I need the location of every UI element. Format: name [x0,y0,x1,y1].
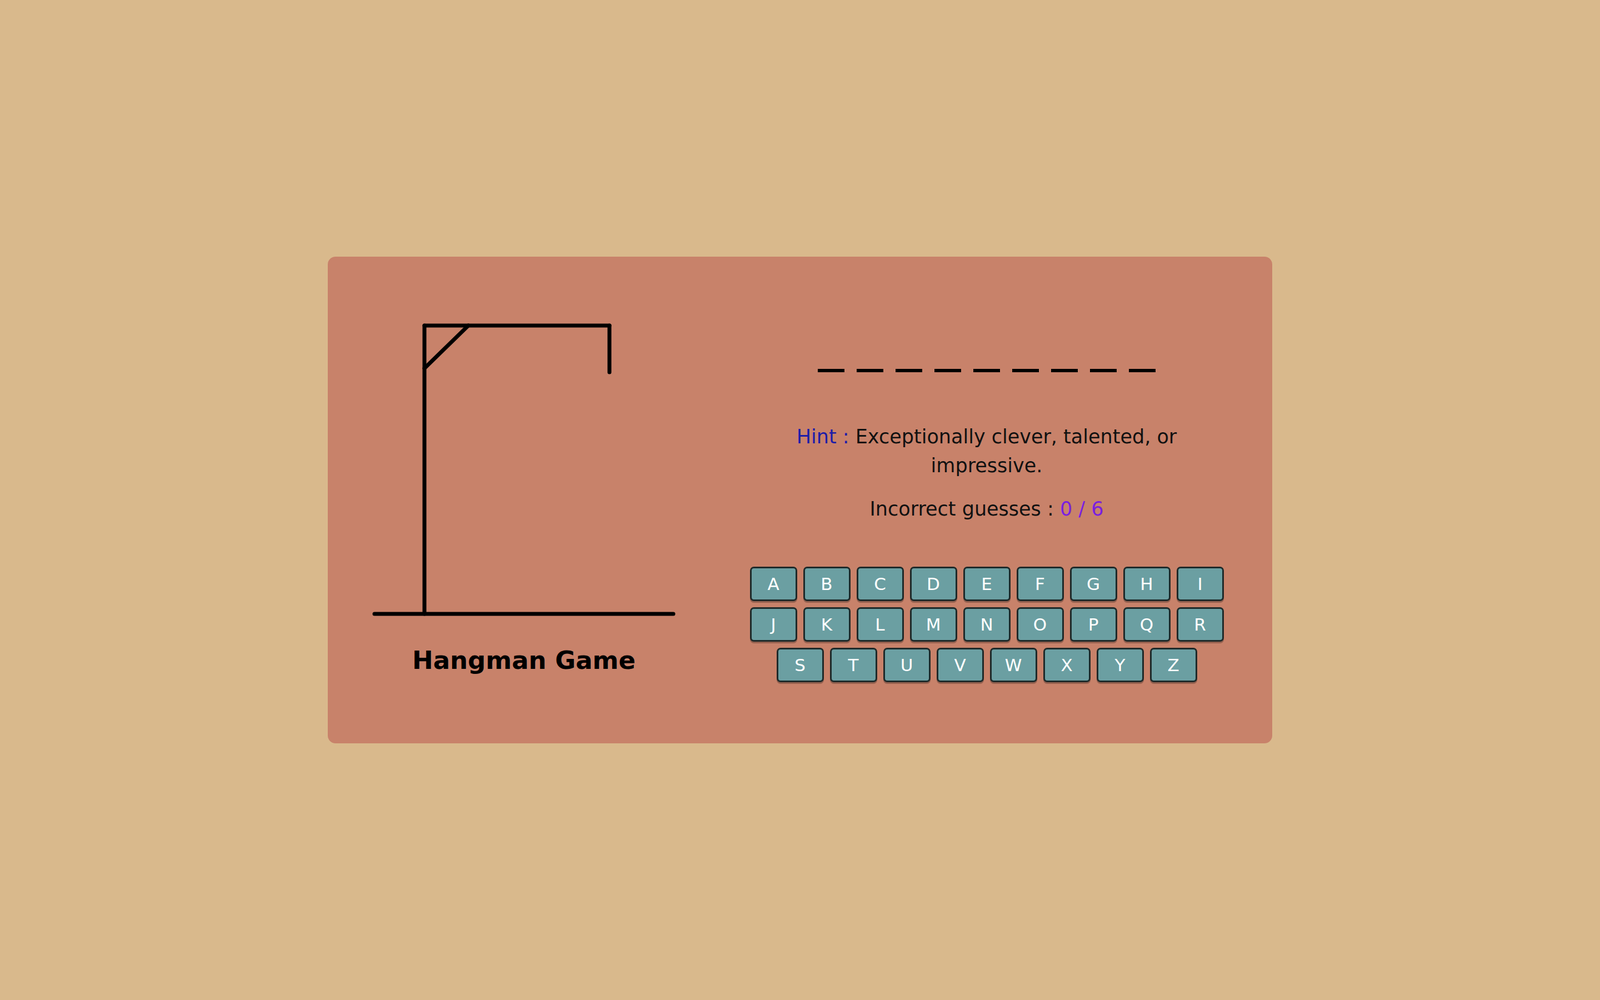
letter-key[interactable]: H [1123,566,1171,602]
letter-key[interactable]: B [803,566,851,602]
letter-slot [1128,344,1156,373]
letter-slot [1090,344,1117,373]
page: Hangman Game Hint : Exceptionally clever… [0,0,1600,1000]
letter-slot [856,344,884,373]
word-display [817,344,1156,373]
letter-key[interactable]: I [1176,566,1224,602]
play-panel: Hint : Exceptionally clever, talented, o… [747,322,1226,683]
letter-key[interactable]: X [1043,647,1091,683]
letter-key[interactable]: A [750,566,798,602]
letter-key[interactable]: L [856,607,904,642]
keyboard-row: JKLMNOPQR [750,607,1224,642]
letter-key[interactable]: Y [1096,647,1144,683]
letter-key[interactable]: M [910,607,958,642]
letter-key[interactable]: Z [1150,647,1198,683]
letter-key[interactable]: Q [1123,607,1171,642]
hint-text: Hint : Exceptionally clever, talented, o… [781,422,1193,480]
letter-key[interactable]: W [990,647,1038,683]
letter-key[interactable]: U [883,647,931,683]
letter-key[interactable]: D [910,566,958,602]
letter-key[interactable]: F [1016,566,1064,602]
keyboard-row: STUVWXYZ [776,647,1198,683]
game-title: Hangman Game [412,645,636,675]
letter-key[interactable]: S [776,647,824,683]
letter-key[interactable]: G [1070,566,1118,602]
gallows-panel: Hangman Game [372,322,676,675]
incorrect-guesses: Incorrect guesses : 0 / 6 [870,494,1104,524]
letter-key[interactable]: T [830,647,878,683]
letter-slot [1012,344,1039,373]
guess-count: 0 / 6 [1060,497,1104,520]
letter-slot [973,344,1000,373]
letter-slot [895,344,923,373]
letter-key[interactable]: J [750,607,798,642]
letter-key[interactable]: N [963,607,1011,642]
hint-label: Hint : [796,425,850,448]
keyboard: ABCDEFGHI JKLMNOPQR STUVWXYZ [750,566,1224,683]
letter-key[interactable]: P [1070,607,1118,642]
gallows-icon [372,322,676,617]
game-card: Hangman Game Hint : Exceptionally clever… [327,256,1273,744]
letter-key[interactable]: V [936,647,984,683]
letter-slot [817,344,845,373]
letter-key[interactable]: K [803,607,851,642]
letter-key[interactable]: R [1176,607,1224,642]
letter-key[interactable]: O [1016,607,1064,642]
letter-key[interactable]: E [963,566,1011,602]
keyboard-row: ABCDEFGHI [750,566,1224,602]
letter-slot [934,344,962,373]
letter-key[interactable]: C [856,566,904,602]
letter-slot [1051,344,1078,373]
